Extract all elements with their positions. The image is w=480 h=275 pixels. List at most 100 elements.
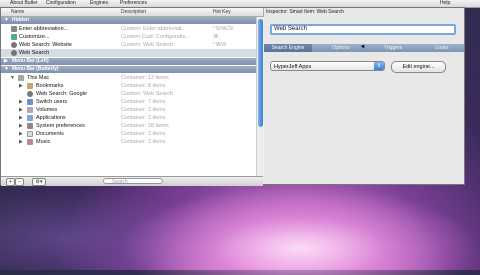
list-item[interactable]: ▶ System preferences Container: 28 items	[1, 122, 256, 130]
inspector-title: Inspector: Smart Item: Web Search	[266, 9, 344, 15]
disclosure-open-icon[interactable]: ▼	[10, 74, 15, 82]
item-name: Volumes	[36, 107, 58, 113]
volumes-icon	[27, 107, 33, 113]
disclosure-open-icon[interactable]: ▼	[4, 17, 9, 24]
gear-icon	[11, 34, 17, 40]
item-name: Documents	[36, 131, 64, 137]
tab-search-engine[interactable]: Search Engine	[264, 44, 312, 52]
users-icon	[27, 99, 33, 105]
group-label: Hidden	[12, 17, 29, 23]
column-name[interactable]: Name	[11, 8, 24, 16]
disclosure-closed-icon[interactable]: ▶	[4, 58, 8, 65]
menu-configuration[interactable]: Configuration	[46, 0, 76, 7]
item-description: Container: 3 items	[121, 139, 166, 145]
item-name: System preferences	[36, 123, 85, 129]
group-menu-bar-butterly[interactable]: ▼ Menu Bar (Butterly)	[1, 66, 256, 73]
column-hotkey[interactable]: Hot Key	[213, 8, 231, 16]
bookmarks-icon	[27, 83, 33, 89]
list-item[interactable]: ▶ Volumes Container: 3 items	[1, 106, 256, 114]
group-label: Menu Bar (Left)	[12, 58, 49, 64]
search-icon	[11, 50, 17, 56]
item-hotkey: ⌘,	[213, 34, 221, 40]
search-engine-select[interactable]: HyperJeff Apps ⇕	[270, 61, 385, 71]
list-item[interactable]: ▶ Switch users Container: 7 items	[1, 98, 256, 106]
group-label: Menu Bar (Butterly)	[12, 66, 59, 72]
column-header: Name Description Hot Key	[1, 8, 263, 17]
item-name: Web Search	[19, 50, 50, 56]
item-name: Switch users	[36, 99, 68, 105]
list-item[interactable]: Web Search: Website Custom: Web Search ^…	[1, 41, 256, 49]
menu-preferences[interactable]: Preferences	[120, 0, 147, 7]
item-description: Container: 3 items	[121, 131, 166, 137]
items-outline: Name Description Hot Key ▼ Hidden Enter …	[1, 8, 264, 176]
disclosure-closed-icon[interactable]: ▶	[19, 82, 23, 90]
menu-about[interactable]: About Butler	[10, 0, 38, 7]
group-menu-bar-left[interactable]: ▶ Menu Bar (Left)	[1, 58, 256, 65]
vertical-scrollbar[interactable]	[256, 17, 264, 176]
item-description: Container: 3 items	[121, 115, 166, 121]
list-item[interactable]: Enter abbreviation... Custom: Enter abbr…	[1, 25, 256, 33]
action-menu-button[interactable]: ⚙▾	[32, 178, 46, 186]
item-description: Container: 7 items	[121, 99, 166, 105]
search-input[interactable]: Search	[103, 178, 163, 185]
search-icon	[11, 42, 17, 48]
computer-icon	[18, 75, 24, 81]
remove-item-button[interactable]: −	[15, 178, 24, 186]
item-description: Custom: Web Search	[121, 42, 174, 48]
item-name: Bookmarks	[36, 83, 64, 89]
item-name: Web Search: Website	[19, 42, 72, 48]
item-name: Enter abbreviation...	[19, 26, 69, 32]
search-icon	[27, 91, 33, 97]
search-engine-value: HyperJeff Apps	[274, 64, 312, 70]
item-name: Music	[36, 139, 51, 145]
list-item[interactable]: Customize... Custom Cust: Configuratio..…	[1, 33, 256, 41]
disclosure-open-icon[interactable]: ▼	[4, 66, 9, 73]
list-item[interactable]: ▶ Applications Container: 3 items	[1, 114, 256, 122]
list-item[interactable]: ▼ This Mac Container: 12 items	[1, 74, 256, 82]
tab-looks[interactable]: Looks	[420, 44, 464, 52]
item-name: Applications	[36, 115, 66, 121]
disclosure-closed-icon[interactable]: ▶	[19, 130, 23, 138]
tab-triggers[interactable]: Triggers	[368, 44, 418, 52]
menu-engines[interactable]: Engines	[90, 0, 108, 7]
item-description: Custom: Web Search	[121, 91, 174, 97]
item-name: Web Search: Google	[36, 91, 87, 97]
documents-icon	[27, 131, 33, 137]
item-description: Container: 12 items	[121, 75, 169, 81]
item-description: Container: 3 items	[121, 107, 166, 113]
item-name: This Mac	[27, 75, 50, 81]
item-name-field[interactable]: Web Search	[270, 24, 456, 35]
disclosure-closed-icon[interactable]: ▶	[19, 138, 23, 146]
list-item[interactable]: Web Search: Google Custom: Web Search	[1, 90, 256, 98]
search-placeholder: Search	[112, 179, 128, 185]
popup-arrows-icon: ⇕	[374, 62, 384, 70]
edit-engine-button[interactable]: Edit engine...	[391, 61, 446, 73]
disclosure-closed-icon[interactable]: ▶	[19, 122, 23, 130]
disclosure-closed-icon[interactable]: ▶	[19, 106, 23, 114]
butler-configuration-window: Name Description Hot Key ▼ Hidden Enter …	[0, 7, 465, 186]
column-description[interactable]: Description	[121, 8, 146, 16]
system-preferences-icon	[27, 123, 33, 129]
group-hidden[interactable]: ▼ Hidden	[1, 17, 256, 24]
disclosure-closed-icon[interactable]: ▶	[19, 98, 23, 106]
list-item[interactable]: ▶ Documents Container: 3 items	[1, 130, 256, 138]
abbreviation-icon	[11, 26, 17, 32]
item-hotkey: ^⌘W	[213, 42, 227, 48]
music-icon	[27, 139, 33, 145]
item-description: Container: 8 items	[121, 83, 166, 89]
item-description: Custom: Enter abbreviati...	[121, 26, 187, 32]
list-item[interactable]: ▶ Bookmarks Container: 8 items	[1, 82, 256, 90]
outline-toolbar: + − ⚙▾ Search	[1, 176, 263, 186]
scrollbar-thumb[interactable]	[258, 19, 263, 127]
list-item[interactable]: ▶ Music Container: 3 items	[1, 138, 256, 146]
item-hotkey: ^SPACE	[213, 26, 234, 32]
item-name: Customize...	[19, 34, 50, 40]
list-item-selected[interactable]: Web Search	[1, 49, 256, 57]
item-description: Custom Cust: Configuratio...	[121, 34, 191, 40]
disclosure-closed-icon[interactable]: ▶	[19, 114, 23, 122]
item-description: Container: 28 items	[121, 123, 169, 129]
menu-help[interactable]: Help	[440, 0, 450, 7]
add-item-button[interactable]: +	[6, 178, 15, 186]
tab-options[interactable]: Options	[316, 44, 366, 52]
inspector-pane: Inspector: Smart Item: Web Search Web Se…	[264, 8, 464, 184]
